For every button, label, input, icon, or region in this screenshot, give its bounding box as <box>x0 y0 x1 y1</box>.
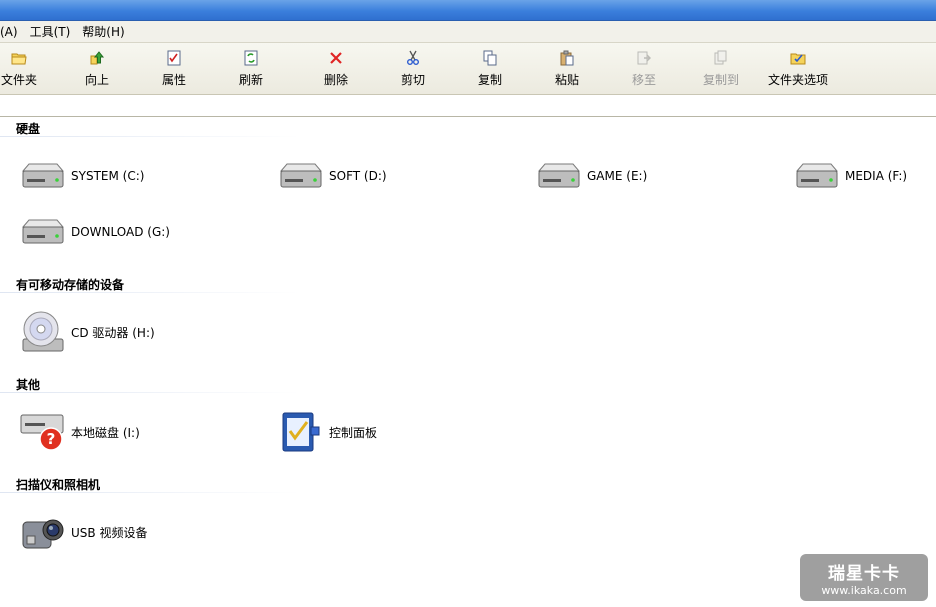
watermark-logo: 瑞星卡卡 www.ikaka.com <box>800 554 928 601</box>
refresh-button[interactable]: 刷新 <box>216 49 286 91</box>
folder-options-button[interactable]: 文件夹选项 <box>763 49 833 91</box>
up-arrow-icon <box>88 49 106 67</box>
copy-to-icon <box>712 49 730 67</box>
drive-label: DOWNLOAD (G:) <box>71 225 170 239</box>
group-divider <box>0 292 300 293</box>
group-divider <box>0 392 300 393</box>
camera-icon <box>18 508 68 556</box>
copy-label: 复制 <box>477 73 502 87</box>
delete-label: 删除 <box>323 73 348 87</box>
properties-label: 属性 <box>161 73 186 87</box>
folders-button[interactable]: 文件夹 <box>0 49 54 91</box>
cut-label: 剪切 <box>400 73 425 87</box>
copy-button[interactable]: 复制 <box>455 49 525 91</box>
drive-label: CD 驱动器 (H:) <box>71 325 155 340</box>
drive-label: SOFT (D:) <box>329 169 387 183</box>
folder-options-label: 文件夹选项 <box>767 73 828 87</box>
menu-bar: (A) 工具(T) 帮助(H) <box>0 21 936 43</box>
hard-drive-icon <box>534 152 584 200</box>
watermark-url: www.ikaka.com <box>821 583 907 597</box>
drive-list-view: 硬盘 SYSTEM (C:) SOFT (D:) GAME (E:) MEDIA… <box>0 117 936 607</box>
paste-icon <box>558 49 576 67</box>
copy-icon <box>481 49 499 67</box>
move-to-label: 移至 <box>631 73 656 87</box>
group-header-removable: 有可移动存储的设备 <box>16 278 125 292</box>
device-label: USB 视频设备 <box>71 525 148 540</box>
drive-c[interactable]: SYSTEM (C:) <box>18 152 144 200</box>
folder-options-icon <box>789 49 807 67</box>
hard-drive-icon <box>18 152 68 200</box>
control-panel[interactable]: 控制面板 <box>276 408 377 456</box>
unknown-drive-icon: ? <box>18 408 68 456</box>
copy-to-label: 复制到 <box>702 73 739 87</box>
drive-label: 本地磁盘 (I:) <box>71 425 140 440</box>
control-panel-label: 控制面板 <box>329 425 378 440</box>
group-divider <box>0 492 300 493</box>
drive-label: GAME (E:) <box>587 169 648 183</box>
address-bar[interactable] <box>0 95 936 117</box>
group-header-hard-disks: 硬盘 <box>16 122 41 136</box>
usb-video-device[interactable]: USB 视频设备 <box>18 508 147 556</box>
scissors-icon <box>404 49 422 67</box>
move-to-icon <box>635 49 653 67</box>
cd-drive-icon <box>18 308 68 356</box>
toolbar: 文件夹 向上 属性 刷新 删除 剪切 复制 粘贴 移至 复制到 文件夹选项 <box>0 43 936 95</box>
properties-icon <box>165 49 183 67</box>
drive-e[interactable]: GAME (E:) <box>534 152 647 200</box>
group-divider <box>0 136 300 137</box>
svg-text:?: ? <box>47 430 56 448</box>
drive-f[interactable]: MEDIA (F:) <box>792 152 907 200</box>
hard-drive-icon <box>792 152 842 200</box>
group-header-other: 其他 <box>16 378 41 392</box>
drive-label: MEDIA (F:) <box>845 169 908 183</box>
drive-label: SYSTEM (C:) <box>71 169 145 183</box>
up-button[interactable]: 向上 <box>62 49 132 91</box>
refresh-icon <box>242 49 260 67</box>
drive-g[interactable]: DOWNLOAD (G:) <box>18 208 170 256</box>
properties-button[interactable]: 属性 <box>139 49 209 91</box>
folders-label: 文件夹 <box>0 73 37 87</box>
refresh-label: 刷新 <box>238 73 263 87</box>
delete-x-icon <box>327 49 345 67</box>
control-panel-icon <box>276 408 326 456</box>
drive-d[interactable]: SOFT (D:) <box>276 152 387 200</box>
copy-to-button[interactable]: 复制到 <box>686 49 756 91</box>
move-to-button[interactable]: 移至 <box>609 49 679 91</box>
window-title-bar <box>0 0 936 21</box>
menu-item-tools[interactable]: 工具(T) <box>24 21 77 43</box>
hard-drive-icon <box>276 152 326 200</box>
cut-button[interactable]: 剪切 <box>378 49 448 91</box>
hard-drive-icon <box>18 208 68 256</box>
watermark-title: 瑞星卡卡 <box>828 563 900 584</box>
drive-h-cd[interactable]: CD 驱动器 (H:) <box>18 308 155 356</box>
menu-item-help[interactable]: 帮助(H) <box>76 21 130 43</box>
paste-label: 粘贴 <box>554 73 579 87</box>
menu-item-a[interactable]: (A) <box>0 21 24 43</box>
delete-button[interactable]: 删除 <box>301 49 371 91</box>
up-label: 向上 <box>84 73 109 87</box>
paste-button[interactable]: 粘贴 <box>532 49 602 91</box>
drive-i-local[interactable]: ? 本地磁盘 (I:) <box>18 408 140 456</box>
group-header-scanners: 扫描仪和照相机 <box>16 478 101 492</box>
folder-icon <box>10 49 28 67</box>
